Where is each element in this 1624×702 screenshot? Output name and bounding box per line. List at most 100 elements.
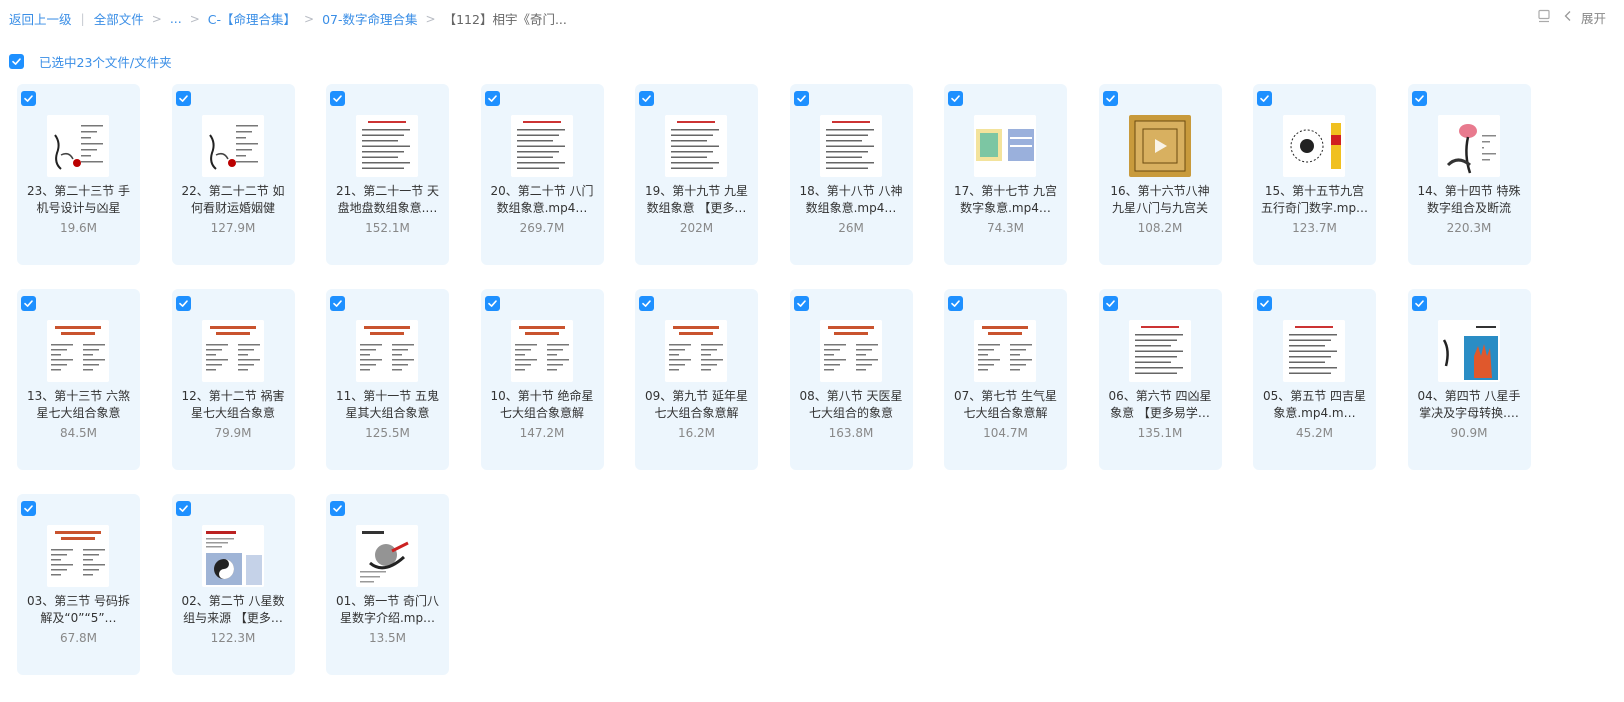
back-link[interactable]: 返回上一级 xyxy=(9,9,72,28)
file-card[interactable]: 22、第二十二节 如何看财运婚姻健 127.9M xyxy=(171,84,295,265)
file-card[interactable]: 11、第十一节 五鬼星其大组合象意 125.5M xyxy=(326,289,449,470)
file-card[interactable]: 14、第十四节 特殊数字组合及断流 220.3M xyxy=(1407,84,1531,265)
file-name[interactable]: 17、第十七节 九宫数字象意.mp4… xyxy=(950,183,1061,217)
file-card[interactable]: 23、第二十三节 手机号设计与凶星 19.6M xyxy=(17,84,140,265)
file-checkbox[interactable] xyxy=(948,296,963,311)
file-checkbox[interactable] xyxy=(330,501,345,516)
file-checkbox[interactable] xyxy=(1411,296,1427,311)
file-name[interactable]: 05、第五节 四吉星象意.mp4.m… xyxy=(1259,388,1370,422)
video-thumbnail[interactable] xyxy=(47,525,109,587)
file-checkbox[interactable] xyxy=(175,91,191,106)
file-name[interactable]: 20、第二十节 八门数组象意.mp4… xyxy=(487,183,598,217)
file-card[interactable]: 04、第四节 八星手掌决及字母转换.… 90.9M xyxy=(1407,289,1531,470)
video-thumbnail[interactable] xyxy=(1283,115,1345,177)
file-name[interactable]: 12、第十二节 祸害星七大组合象意 xyxy=(178,388,289,422)
file-name[interactable]: 03、第三节 号码拆解及“0”“5”… xyxy=(23,593,134,627)
video-thumbnail[interactable] xyxy=(1437,115,1500,177)
video-thumbnail[interactable] xyxy=(510,320,573,382)
file-card[interactable]: 10、第十节 绝命星七大组合象意解 147.2M xyxy=(480,289,604,470)
video-thumbnail[interactable] xyxy=(1283,320,1345,382)
file-checkbox[interactable] xyxy=(1257,91,1272,106)
file-card[interactable]: 12、第十二节 祸害星七大组合象意 79.9M xyxy=(171,289,295,470)
file-name[interactable]: 04、第四节 八星手掌决及字母转换.… xyxy=(1414,388,1525,422)
file-checkbox[interactable] xyxy=(175,296,191,311)
video-thumbnail[interactable] xyxy=(819,115,882,177)
file-card[interactable]: 07、第七节 生气星七大组合象意解 104.7M xyxy=(944,289,1067,470)
video-thumbnail[interactable] xyxy=(1437,320,1500,382)
file-name[interactable]: 07、第七节 生气星七大组合象意解 xyxy=(950,388,1061,422)
video-thumbnail[interactable] xyxy=(510,115,573,177)
file-card[interactable]: 19、第十九节 九星数组象意 【更多… 202M xyxy=(635,84,758,265)
video-thumbnail[interactable] xyxy=(1128,320,1191,382)
file-checkbox[interactable] xyxy=(21,296,36,311)
video-thumbnail[interactable] xyxy=(665,320,727,382)
video-thumbnail[interactable] xyxy=(201,525,264,587)
video-thumbnail[interactable] xyxy=(819,320,882,382)
file-card[interactable]: 03、第三节 号码拆解及“0”“5”… 67.8M xyxy=(17,494,140,675)
file-name[interactable]: 19、第十九节 九星数组象意 【更多… xyxy=(641,183,752,217)
video-thumbnail[interactable] xyxy=(974,320,1036,382)
file-name[interactable]: 10、第十节 绝命星七大组合象意解 xyxy=(487,388,598,422)
file-card[interactable]: 15、第十五节九宫五行奇门数字.mp… 123.7M xyxy=(1253,84,1376,265)
file-card[interactable]: 08、第八节 天医星七大组合的象意 163.8M xyxy=(789,289,913,470)
file-name[interactable]: 09、第九节 延年星七大组合象意解 xyxy=(641,388,752,422)
video-thumbnail[interactable] xyxy=(47,115,109,177)
file-checkbox[interactable] xyxy=(793,91,809,106)
breadcrumb-folder-minggli[interactable]: C-【命理合集】 xyxy=(208,9,296,28)
file-card[interactable]: 09、第九节 延年星七大组合象意解 16.2M xyxy=(635,289,758,470)
file-card[interactable]: 01、第一节 奇门八星数字介绍.mp… 13.5M xyxy=(326,494,449,675)
file-card[interactable]: 02、第二节 八星数组与来源 【更多… 122.3M xyxy=(171,494,295,675)
video-thumbnail[interactable] xyxy=(356,115,418,177)
file-card[interactable]: 17、第十七节 九宫数字象意.mp4… 74.3M xyxy=(944,84,1067,265)
file-checkbox[interactable] xyxy=(793,296,809,311)
file-checkbox[interactable] xyxy=(1102,296,1118,311)
breadcrumb-ellipsis[interactable]: ... xyxy=(170,11,182,26)
file-name[interactable]: 02、第二节 八星数组与来源 【更多… xyxy=(178,593,289,627)
file-card[interactable]: 06、第六节 四凶星象意 【更多易学… 135.1M xyxy=(1098,289,1222,470)
file-name[interactable]: 22、第二十二节 如何看财运婚姻健 xyxy=(178,183,289,217)
file-card[interactable]: 16、第十六节八神九星八门与九宫关 108.2M xyxy=(1098,84,1222,265)
file-name[interactable]: 01、第一节 奇门八星数字介绍.mp… xyxy=(332,593,443,627)
file-checkbox[interactable] xyxy=(330,91,345,106)
expand-button[interactable]: 展开 xyxy=(1563,8,1606,27)
file-card[interactable]: 05、第五节 四吉星象意.mp4.m… 45.2M xyxy=(1253,289,1376,470)
file-name[interactable]: 15、第十五节九宫五行奇门数字.mp… xyxy=(1259,183,1370,217)
video-thumbnail[interactable] xyxy=(356,525,418,587)
file-card[interactable]: 20、第二十节 八门数组象意.mp4… 269.7M xyxy=(480,84,604,265)
file-checkbox[interactable] xyxy=(1102,91,1118,106)
video-thumbnail[interactable] xyxy=(356,320,418,382)
file-checkbox[interactable] xyxy=(175,501,191,516)
file-name[interactable]: 13、第十三节 六煞星七大组合象意 xyxy=(23,388,134,422)
file-checkbox[interactable] xyxy=(21,91,36,106)
video-thumbnail[interactable] xyxy=(47,320,109,382)
file-name[interactable]: 18、第十八节 八神数组象意.mp4… xyxy=(796,183,907,217)
video-thumbnail[interactable] xyxy=(201,320,264,382)
video-thumbnail[interactable] xyxy=(201,115,264,177)
file-checkbox[interactable] xyxy=(1257,296,1272,311)
file-checkbox[interactable] xyxy=(639,296,654,311)
file-checkbox[interactable] xyxy=(948,91,963,106)
breadcrumb-folder-digits[interactable]: 07-数字命理合集 xyxy=(322,9,417,28)
video-thumbnail[interactable] xyxy=(974,115,1036,177)
select-all-checkbox[interactable] xyxy=(9,54,24,69)
video-thumbnail[interactable] xyxy=(665,115,727,177)
file-name[interactable]: 11、第十一节 五鬼星其大组合象意 xyxy=(332,388,443,422)
file-checkbox[interactable] xyxy=(484,91,500,106)
file-name[interactable]: 06、第六节 四凶星象意 【更多易学… xyxy=(1105,388,1216,422)
file-name[interactable]: 08、第八节 天医星七大组合的象意 xyxy=(796,388,907,422)
file-card[interactable]: 21、第二十一节 天盘地盘数组象意.… 152.1M xyxy=(326,84,449,265)
file-checkbox[interactable] xyxy=(330,296,345,311)
video-thumbnail[interactable] xyxy=(1128,115,1191,177)
file-checkbox[interactable] xyxy=(1411,91,1427,106)
file-name[interactable]: 21、第二十一节 天盘地盘数组象意.… xyxy=(332,183,443,217)
file-name[interactable]: 23、第二十三节 手机号设计与凶星 xyxy=(23,183,134,217)
file-card[interactable]: 13、第十三节 六煞星七大组合象意 84.5M xyxy=(17,289,140,470)
file-name[interactable]: 16、第十六节八神九星八门与九宫关 xyxy=(1105,183,1216,217)
file-card[interactable]: 18、第十八节 八神数组象意.mp4… 26M xyxy=(789,84,913,265)
file-checkbox[interactable] xyxy=(639,91,654,106)
panel-icon[interactable] xyxy=(1537,9,1551,26)
file-checkbox[interactable] xyxy=(21,501,36,516)
file-checkbox[interactable] xyxy=(484,296,500,311)
file-name[interactable]: 14、第十四节 特殊数字组合及断流 xyxy=(1414,183,1525,217)
all-files-link[interactable]: 全部文件 xyxy=(94,9,144,28)
